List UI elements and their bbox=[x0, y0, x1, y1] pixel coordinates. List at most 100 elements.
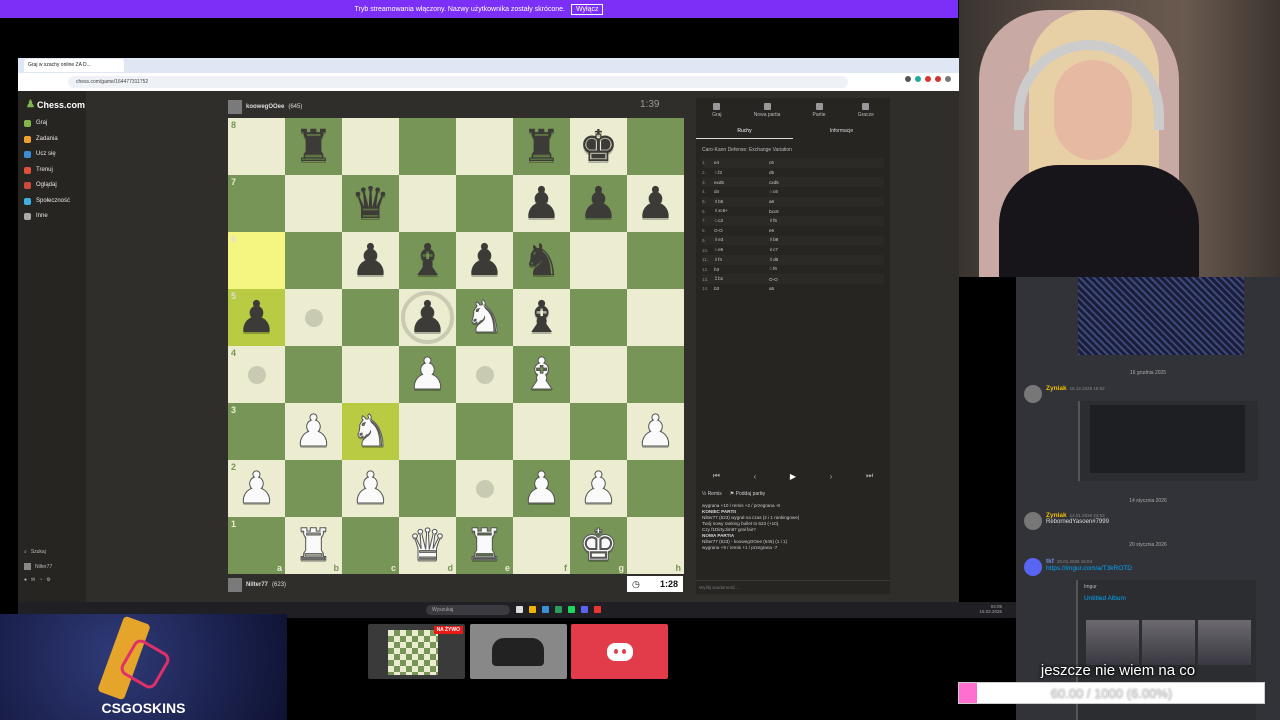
square-d6[interactable]: ♝ bbox=[399, 232, 456, 289]
black-move[interactable]: ♗f5 bbox=[769, 218, 824, 224]
thumbnail[interactable] bbox=[1086, 620, 1139, 665]
sidebar-item-trenuj[interactable]: Trenuj bbox=[24, 164, 82, 176]
square-b5[interactable] bbox=[285, 289, 342, 346]
square-h1[interactable]: h bbox=[627, 517, 684, 574]
square-h6[interactable] bbox=[627, 232, 684, 289]
square-h2[interactable] bbox=[627, 460, 684, 517]
folder-icon[interactable] bbox=[529, 606, 536, 613]
legal-move-dot[interactable] bbox=[304, 308, 323, 327]
black-move[interactable]: e6 bbox=[769, 228, 824, 233]
white-move[interactable]: ♘f3 bbox=[714, 170, 769, 176]
tab-ruchy[interactable]: Ruchy bbox=[696, 125, 793, 139]
square-f3[interactable] bbox=[513, 403, 570, 460]
white-pawn-icon[interactable]: ♟ bbox=[635, 409, 675, 454]
browser-tab[interactable]: Graj w szachy online ZA D... bbox=[24, 59, 124, 72]
square-h4[interactable] bbox=[627, 346, 684, 403]
chesscom-logo[interactable]: ♟ Chess.com bbox=[26, 99, 85, 110]
square-a3[interactable]: 3 bbox=[228, 403, 285, 460]
square-g5[interactable] bbox=[570, 289, 627, 346]
black-rook-icon[interactable]: ♜ bbox=[522, 124, 561, 169]
black-move[interactable]: cxd5 bbox=[769, 180, 824, 185]
legal-move-dot[interactable] bbox=[247, 365, 266, 384]
avatar[interactable] bbox=[1024, 385, 1042, 403]
black-move[interactable]: a6 bbox=[769, 199, 824, 204]
square-f8[interactable]: ♜ bbox=[513, 118, 570, 175]
white-move[interactable]: b3 bbox=[714, 286, 769, 291]
black-move[interactable]: d5 bbox=[769, 170, 824, 175]
white-move[interactable]: ♘c3 bbox=[714, 218, 769, 224]
black-pawn-icon[interactable]: ♟ bbox=[579, 181, 618, 226]
square-e5[interactable]: ♞ bbox=[456, 289, 513, 346]
avatar[interactable] bbox=[1024, 558, 1042, 576]
discord-icon[interactable] bbox=[581, 606, 588, 613]
resign-button[interactable]: ⚑ Poddaj partię bbox=[730, 491, 765, 497]
black-pawn-icon[interactable]: ♟ bbox=[237, 295, 276, 340]
white-move[interactable]: e4 bbox=[714, 160, 769, 165]
square-a1[interactable]: 1a bbox=[228, 517, 285, 574]
white-move[interactable]: exd5 bbox=[714, 180, 769, 185]
discord-card[interactable] bbox=[571, 624, 668, 679]
square-b3[interactable]: ♟ bbox=[285, 403, 342, 460]
sidebar-item-zadania[interactable]: Zadania bbox=[24, 133, 82, 145]
square-a2[interactable]: ♟ 2 bbox=[228, 460, 285, 517]
black-move[interactable]: c6 bbox=[769, 160, 824, 165]
square-a8[interactable]: 8 bbox=[228, 118, 285, 175]
square-h5[interactable] bbox=[627, 289, 684, 346]
live-stream-card[interactable]: NA ŻYWO bbox=[368, 624, 465, 679]
disable-streaming-button[interactable]: Wyłącz bbox=[570, 3, 604, 15]
prev-move-button[interactable]: ‹ bbox=[754, 472, 757, 481]
opponent-info[interactable]: koowegOOee (645) bbox=[228, 100, 302, 114]
tab-partie[interactable]: Partie bbox=[813, 102, 826, 118]
square-d5[interactable]: ♟ bbox=[399, 289, 456, 346]
extension-icon[interactable] bbox=[905, 76, 911, 82]
square-d7[interactable] bbox=[399, 175, 456, 232]
black-move[interactable]: bxc6 bbox=[769, 209, 824, 214]
legal-move-dot[interactable] bbox=[475, 479, 494, 498]
sidebar-item-graj[interactable]: Graj bbox=[24, 117, 82, 129]
notifications-icon[interactable]: ● bbox=[24, 577, 27, 583]
black-pawn-icon[interactable]: ♟ bbox=[522, 181, 561, 226]
square-f1[interactable]: f bbox=[513, 517, 570, 574]
black-move[interactable]: a5 bbox=[769, 286, 824, 291]
black-move[interactable]: ♘c6 bbox=[769, 189, 824, 195]
square-c2[interactable]: ♟ bbox=[342, 460, 399, 517]
square-a5[interactable]: ♟ 5 bbox=[228, 289, 285, 346]
chrome-icon[interactable] bbox=[594, 606, 601, 613]
black-bishop-icon[interactable]: ♝ bbox=[522, 295, 561, 340]
black-move[interactable]: ♗b8 bbox=[769, 237, 824, 243]
square-c5[interactable] bbox=[342, 289, 399, 346]
square-g6[interactable] bbox=[570, 232, 627, 289]
spotify-icon[interactable] bbox=[568, 606, 575, 613]
white-rook-icon[interactable]: ♜ bbox=[464, 523, 504, 568]
message-link[interactable]: https://imgur.com/a/T3kROTD bbox=[1046, 565, 1132, 572]
thumbnail[interactable] bbox=[1198, 620, 1251, 665]
square-b4[interactable] bbox=[285, 346, 342, 403]
square-e1[interactable]: ♜ e bbox=[456, 517, 513, 574]
white-knight-icon[interactable]: ♞ bbox=[464, 295, 504, 340]
square-e3[interactable] bbox=[456, 403, 513, 460]
app-icon[interactable] bbox=[542, 606, 549, 613]
gear-icon[interactable]: ⚙ bbox=[46, 577, 50, 583]
square-e7[interactable] bbox=[456, 175, 513, 232]
white-move[interactable]: ♗f4 bbox=[714, 257, 769, 263]
white-move[interactable]: ♗b5 bbox=[714, 199, 769, 205]
black-move[interactable]: ♕c7 bbox=[769, 247, 824, 253]
square-h8[interactable] bbox=[627, 118, 684, 175]
black-knight-icon[interactable]: ♞ bbox=[522, 238, 561, 283]
first-move-button[interactable]: ⏮ bbox=[713, 471, 720, 481]
black-rook-icon[interactable]: ♜ bbox=[294, 124, 333, 169]
app-icon[interactable] bbox=[555, 606, 562, 613]
white-move[interactable]: ♖b1 bbox=[714, 276, 769, 282]
bell-icon[interactable]: ◔ bbox=[39, 577, 42, 583]
play-button[interactable]: ▶ bbox=[790, 472, 796, 481]
white-pawn-icon[interactable]: ♟ bbox=[407, 352, 447, 397]
legal-move-dot[interactable] bbox=[475, 365, 494, 384]
embed-title[interactable]: Untitled Album bbox=[1084, 595, 1250, 602]
black-bishop-icon[interactable]: ♝ bbox=[408, 238, 447, 283]
sidebar-item-ucz-sie[interactable]: Ucz się bbox=[24, 148, 82, 160]
square-a6[interactable]: 6 bbox=[228, 232, 285, 289]
thumbnail[interactable] bbox=[1142, 620, 1195, 665]
white-move[interactable]: d4 bbox=[714, 189, 769, 194]
white-move[interactable]: O-O bbox=[714, 228, 769, 233]
sidebar-item-inne[interactable]: Inne bbox=[24, 210, 82, 222]
